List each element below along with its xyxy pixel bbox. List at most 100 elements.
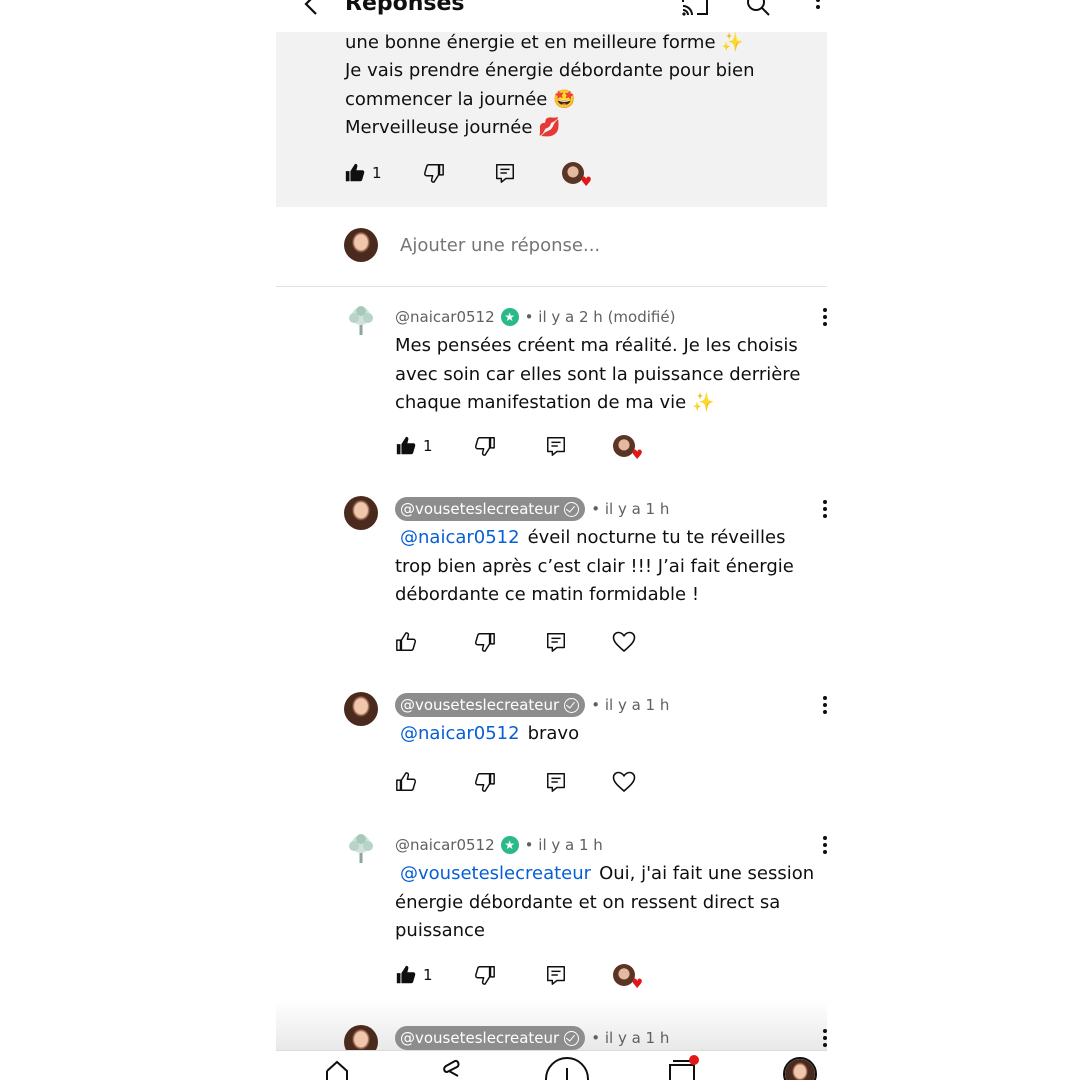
creator-avatar: ♥	[613, 435, 643, 462]
heart-icon: ♥	[631, 448, 643, 463]
more-vertical-icon[interactable]	[820, 306, 827, 328]
heart-button[interactable]	[612, 627, 636, 657]
like-button[interactable]	[395, 627, 417, 657]
profile-avatar[interactable]	[783, 1057, 817, 1080]
avatar	[349, 306, 373, 335]
more-vertical-icon[interactable]	[820, 834, 827, 856]
heart-icon[interactable]	[612, 631, 636, 653]
comment-actions: 1 ♥	[395, 960, 695, 991]
mention-link[interactable]: @naicar0512	[400, 527, 520, 548]
avatar	[349, 834, 373, 863]
dislike-button[interactable]	[474, 767, 496, 797]
author-name[interactable]: @naicar0512	[395, 308, 495, 326]
heart-icon: ♥	[580, 175, 592, 190]
cast-icon[interactable]	[680, 0, 710, 18]
page-title: Réponses	[345, 0, 465, 16]
comment-line: débordante ce matin formidable !	[395, 584, 700, 605]
youtube-replies-panel: Réponses une bonne énergie et en meilleu…	[276, 0, 827, 1080]
search-icon[interactable]	[744, 0, 772, 18]
thumb-up-icon[interactable]	[395, 771, 417, 793]
home-icon[interactable]	[324, 1059, 350, 1080]
comment-text: éveil nocturne tu te réveilles	[527, 527, 786, 548]
original-comment: une bonne énergie et en meilleure forme …	[276, 32, 827, 207]
reply-text: Mes pensées créent ma réalité. Je les ch…	[395, 332, 825, 418]
creator-author-pill[interactable]: @vouseteslecreateur	[395, 497, 586, 521]
comment-text: bravo	[527, 723, 580, 744]
reply-meta: @vouseteslecreateur • il y a 1 h	[395, 692, 669, 718]
thumb-up-icon[interactable]	[395, 631, 417, 653]
verified-check-icon	[564, 501, 580, 517]
reply-icon[interactable]	[545, 631, 567, 653]
thumb-up-icon[interactable]	[344, 162, 366, 184]
header: Réponses	[276, 0, 827, 32]
more-vertical-icon[interactable]	[820, 694, 827, 716]
reply-button[interactable]	[545, 767, 567, 797]
mention-link[interactable]: @vouseteslecreateur	[400, 863, 591, 884]
creator-author-pill[interactable]: @vouseteslecreateur	[395, 693, 586, 717]
comment-line: puissance	[395, 920, 485, 941]
thumb-up-icon[interactable]	[395, 964, 417, 986]
star-badge-icon: ★	[500, 308, 519, 326]
heart-button[interactable]	[612, 767, 636, 797]
timestamp: • il y a 1 h	[591, 696, 670, 714]
comment-line: avec soin car elles sont la puissance de…	[395, 363, 801, 385]
reply-button[interactable]	[545, 960, 567, 990]
thumb-down-icon[interactable]	[474, 435, 496, 457]
dislike-button[interactable]	[474, 431, 496, 461]
reply-text: @naicar0512 éveil nocturne tu te réveille…	[395, 524, 825, 610]
thumb-down-icon[interactable]	[474, 631, 496, 653]
bottom-navigation	[276, 1050, 827, 1080]
comment-line: Je vais prendre énergie débordante pour …	[345, 60, 755, 82]
like-button[interactable]	[395, 767, 417, 797]
create-plus-icon[interactable]	[544, 1056, 590, 1080]
comment-actions	[395, 767, 695, 797]
subscriptions-icon[interactable]	[667, 1055, 699, 1080]
verified-check-icon	[564, 697, 580, 713]
comment-line: chaque manifestation de ma vie ✨	[395, 392, 715, 413]
timestamp: • il y a 1 h	[524, 836, 603, 854]
author-name[interactable]: @naicar0512	[395, 836, 495, 854]
reply-text: @naicar0512 bravo	[395, 720, 825, 749]
dislike-button[interactable]	[474, 960, 496, 990]
thumb-up-icon[interactable]	[395, 435, 417, 457]
reply-icon[interactable]	[545, 771, 567, 793]
more-vertical-icon[interactable]	[820, 498, 827, 520]
reply-button[interactable]	[494, 158, 516, 188]
reply-icon[interactable]	[545, 964, 567, 986]
more-vertical-icon[interactable]	[820, 1027, 827, 1049]
timestamp: • il y a 1 h	[591, 1029, 670, 1047]
like-count: 1	[423, 966, 433, 984]
thumb-down-icon[interactable]	[474, 771, 496, 793]
shorts-icon[interactable]	[439, 1059, 465, 1080]
comment-line: commencer la journée 🤩	[345, 88, 576, 110]
more-vertical-icon[interactable]	[809, 0, 827, 18]
thumb-down-icon[interactable]	[474, 964, 496, 986]
comment-line: énergie débordante et on ressent direct …	[395, 891, 781, 913]
like-button[interactable]: 1	[395, 960, 433, 990]
comment-line: @naicar0512 bravo	[395, 720, 825, 749]
reply-icon[interactable]	[545, 435, 567, 457]
add-reply-input[interactable]	[400, 233, 780, 259]
reply-button[interactable]	[545, 431, 567, 461]
heart-icon: ♥	[631, 977, 643, 992]
like-button[interactable]: 1	[344, 158, 382, 188]
comment-line: @naicar0512 éveil nocturne tu te réveille…	[395, 524, 825, 553]
reply-item: @naicar0512 ★ • il y a 2 h (modifié) Mes…	[276, 304, 827, 474]
reply-button[interactable]	[545, 627, 567, 657]
reply-icon[interactable]	[494, 162, 516, 184]
like-count: 1	[372, 164, 382, 182]
arrow-left-icon[interactable]	[296, 0, 326, 20]
like-button[interactable]: 1	[395, 431, 433, 461]
dislike-button[interactable]	[423, 158, 445, 188]
dislike-button[interactable]	[474, 627, 496, 657]
heart-icon[interactable]	[612, 771, 636, 793]
creator-avatar: ♥	[613, 964, 643, 991]
timestamp: • il y a 2 h (modifié)	[524, 308, 676, 326]
creator-author-pill[interactable]: @vouseteslecreateur	[395, 1026, 586, 1050]
reply-meta: @naicar0512 ★ • il y a 1 h	[395, 832, 603, 858]
comment-actions: 1 ♥	[344, 158, 644, 190]
thumb-down-icon[interactable]	[423, 162, 445, 184]
comment-line: Merveilleuse journée 💋	[345, 116, 561, 138]
mention-link[interactable]: @naicar0512	[400, 723, 520, 744]
original-comment-text: une bonne énergie et en meilleure forme …	[345, 29, 815, 142]
